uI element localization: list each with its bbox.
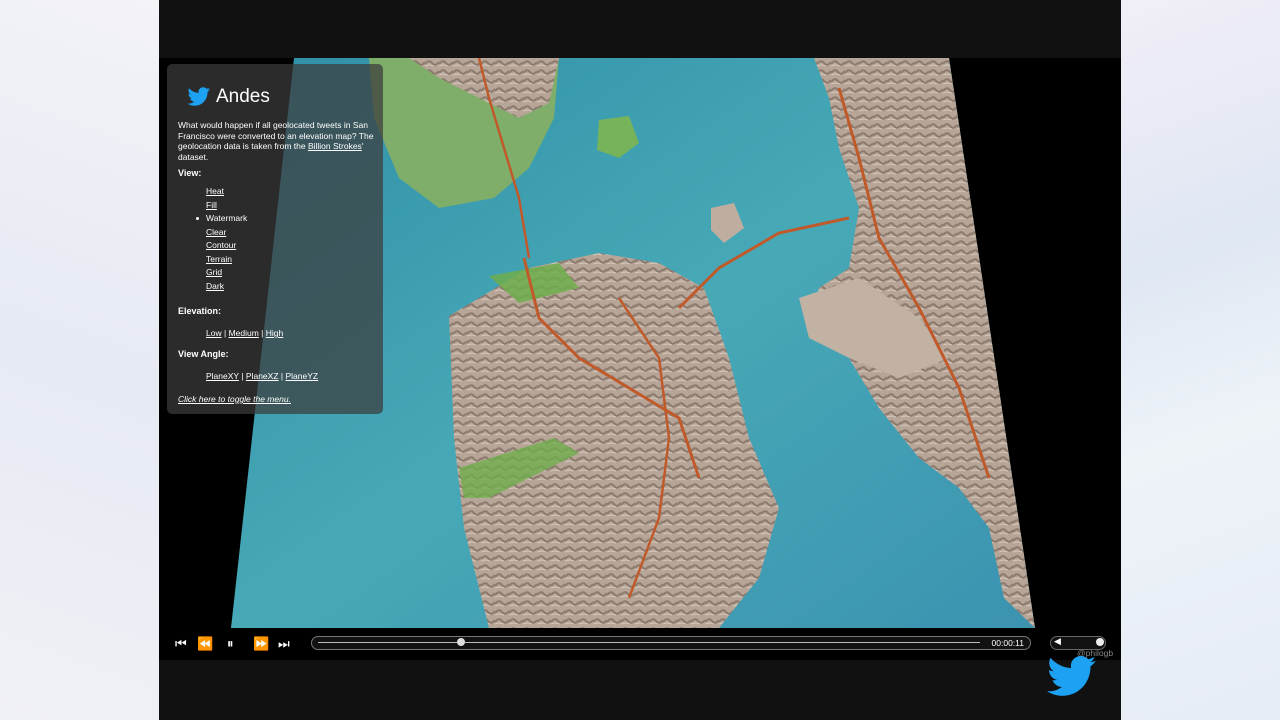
separator: | bbox=[223, 328, 227, 338]
twitter-watermark-icon bbox=[1047, 655, 1096, 696]
view-link-fill[interactable]: Fill bbox=[206, 200, 217, 210]
seek-thumb[interactable] bbox=[457, 638, 466, 646]
pause-icon[interactable]: ⏸ bbox=[227, 636, 234, 652]
view-angle-planeyz-link[interactable]: PlaneYZ bbox=[285, 371, 318, 381]
view-option-watermark[interactable]: Watermark bbox=[195, 213, 247, 227]
view-options: Heat Fill Watermark Clear Contour Terrai… bbox=[195, 186, 247, 295]
toggle-menu-link[interactable]: Click here to toggle the menu. bbox=[178, 394, 291, 404]
elevation-heading: Elevation: bbox=[178, 306, 222, 316]
view-option-grid[interactable]: Grid bbox=[206, 267, 247, 281]
view-option-terrain[interactable]: Terrain bbox=[206, 254, 247, 268]
rewind-icon[interactable]: ⏪ bbox=[197, 636, 213, 652]
letterbox-bottom bbox=[159, 660, 1121, 720]
view-angle-planexy-link[interactable]: PlaneXY bbox=[206, 371, 239, 381]
fast-forward-icon[interactable]: ⏩ bbox=[253, 636, 269, 652]
view-link-clear[interactable]: Clear bbox=[206, 227, 226, 237]
elevation-medium-link[interactable]: Medium bbox=[229, 328, 259, 338]
player-controls: ⏮ ⏪ ⏸ ⏩ ⏭ 00:00:11 ◀ bbox=[159, 632, 1121, 656]
view-angle-planexz-link[interactable]: PlaneXZ bbox=[246, 371, 279, 381]
separator: | bbox=[241, 371, 244, 381]
brand: Andes bbox=[187, 86, 270, 108]
volume-knob[interactable] bbox=[1096, 638, 1104, 646]
separator: | bbox=[261, 328, 264, 338]
view-heading: View: bbox=[178, 168, 202, 178]
view-link-grid[interactable]: Grid bbox=[206, 267, 222, 277]
intro-text: What would happen if all geolocated twee… bbox=[178, 120, 374, 162]
background-left bbox=[0, 0, 159, 720]
view-link-contour[interactable]: Contour bbox=[206, 240, 236, 250]
view-option-contour[interactable]: Contour bbox=[206, 240, 247, 254]
time-display: 00:00:11 bbox=[991, 638, 1024, 648]
view-option-fill[interactable]: Fill bbox=[206, 200, 247, 214]
elevation-high-link[interactable]: High bbox=[266, 328, 283, 338]
view-angle-options: PlaneXY | PlaneXZ | PlaneYZ bbox=[206, 371, 318, 381]
skip-forward-icon[interactable]: ⏭ bbox=[278, 636, 290, 652]
menu-panel: Andes What would happen if all geolocate… bbox=[167, 64, 383, 414]
seek-track bbox=[318, 642, 980, 643]
view-link-heat[interactable]: Heat bbox=[206, 186, 224, 196]
view-option-heat[interactable]: Heat bbox=[206, 186, 247, 200]
seek-bar[interactable]: 00:00:11 bbox=[311, 636, 1031, 650]
elevation-low-link[interactable]: Low bbox=[206, 328, 222, 338]
view-option-clear[interactable]: Clear bbox=[206, 227, 247, 241]
view-link-dark[interactable]: Dark bbox=[206, 281, 224, 291]
twitter-bird-icon bbox=[187, 87, 210, 106]
speaker-icon: ◀ bbox=[1054, 636, 1061, 646]
view-option-dark[interactable]: Dark bbox=[206, 281, 247, 295]
app-title: Andes bbox=[216, 86, 270, 107]
skip-back-icon[interactable]: ⏮ bbox=[175, 636, 187, 652]
billion-strokes-link[interactable]: Billion Strokes bbox=[308, 141, 362, 151]
map-viewport[interactable]: Andes What would happen if all geolocate… bbox=[159, 58, 1121, 660]
video-player: Andes What would happen if all geolocate… bbox=[159, 0, 1121, 720]
view-label-watermark[interactable]: Watermark bbox=[206, 213, 247, 223]
letterbox-top bbox=[159, 0, 1121, 58]
elevation-options: Low | Medium | High bbox=[206, 328, 283, 338]
view-angle-heading: View Angle: bbox=[178, 349, 229, 359]
separator: | bbox=[280, 371, 284, 381]
view-link-terrain[interactable]: Terrain bbox=[206, 254, 232, 264]
background-right bbox=[1121, 0, 1280, 720]
